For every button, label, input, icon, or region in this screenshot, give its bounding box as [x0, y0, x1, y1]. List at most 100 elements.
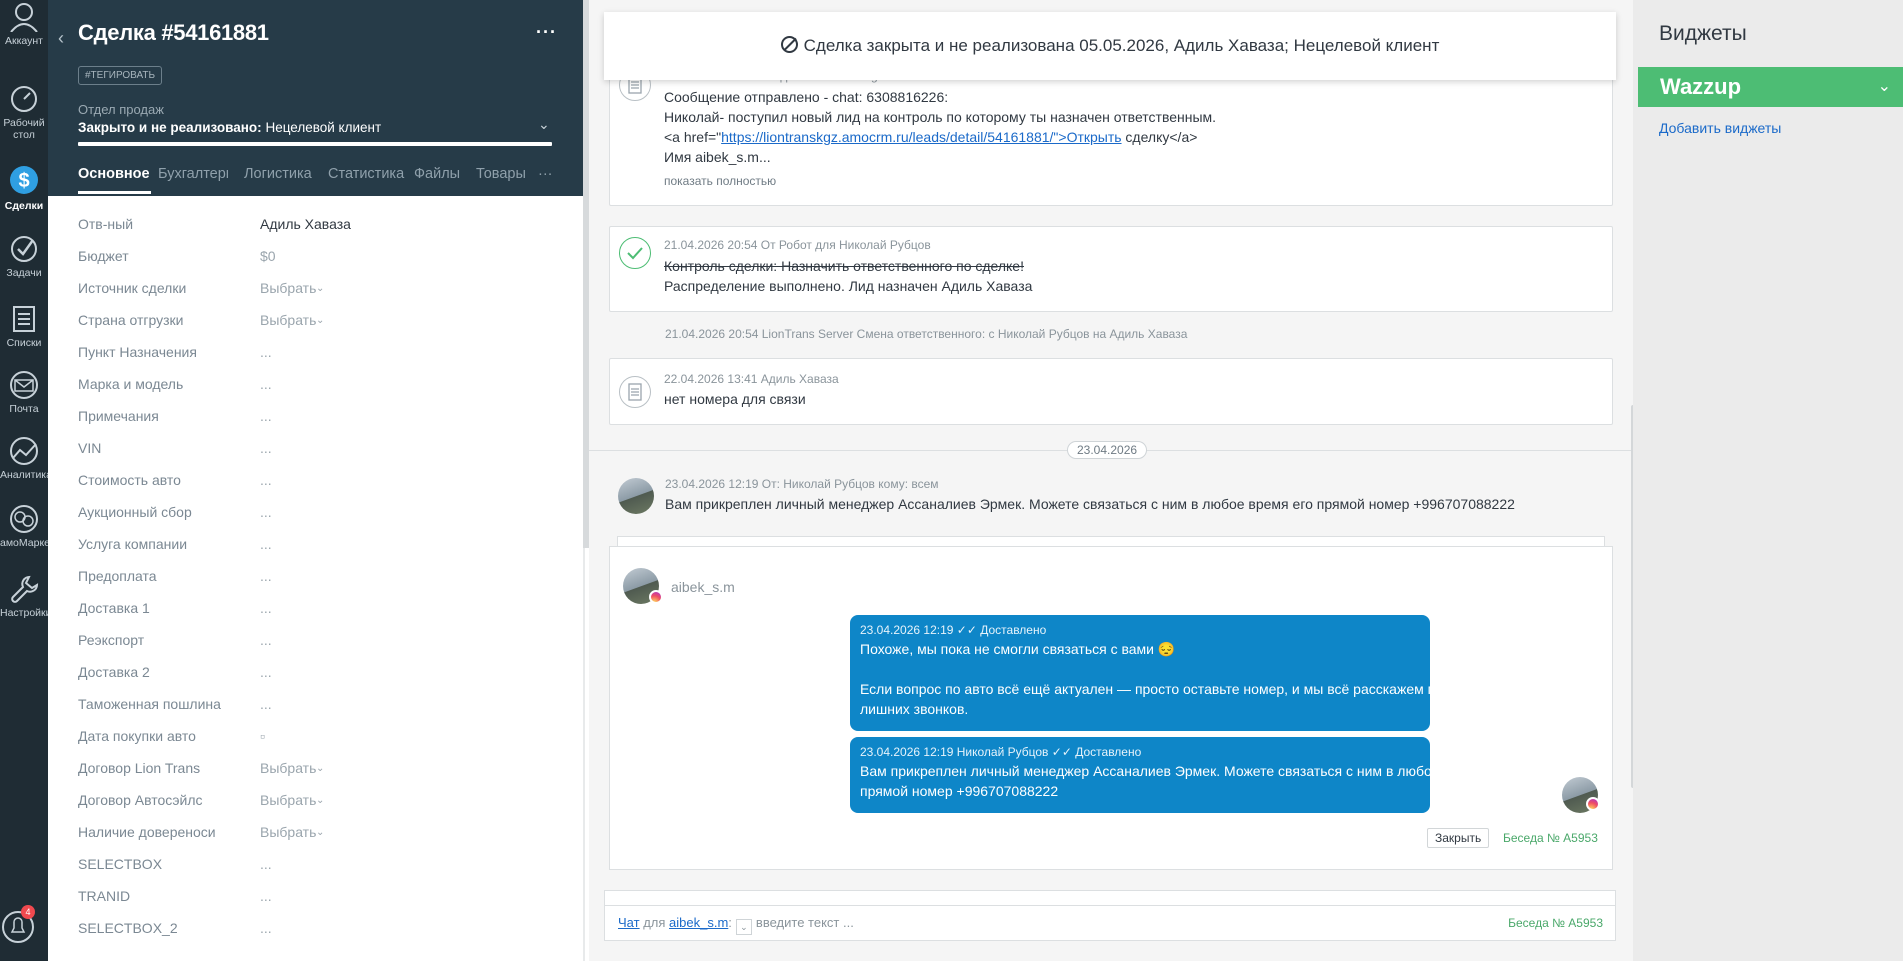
close-conversation-button[interactable]: Закрыть — [1427, 828, 1490, 848]
widgets-panel: Виджеты Wazzup ⌄ Добавить виджеты — [1633, 0, 1903, 961]
compose-conversation-id[interactable]: Беседа № A5953 — [1508, 906, 1603, 940]
nav-deals-label: Сделки — [4, 200, 44, 212]
double-check-icon: ✓✓ — [1051, 745, 1072, 759]
message-input[interactable]: введите текст ... — [756, 915, 854, 930]
field-row: SELECTBOX_2... — [78, 920, 558, 940]
bubble-text: Если вопрос по авто всё ещё актуален — п… — [860, 681, 1528, 697]
field-value[interactable]: ... — [260, 888, 272, 904]
field-value[interactable]: ▫ — [260, 728, 265, 744]
wazzup-widget[interactable]: Wazzup ⌄ — [1638, 67, 1903, 107]
nav-dashboard-label-1: Рабочий — [3, 117, 45, 129]
tab-more[interactable]: ··· — [538, 166, 553, 182]
chevron-down-icon[interactable]: ⌄ — [316, 763, 324, 774]
deal-title: Сделка #54161881 — [78, 20, 269, 45]
field-value[interactable]: ... — [260, 600, 272, 616]
field-label: VIN — [78, 440, 102, 456]
field-value[interactable]: $0 — [260, 248, 276, 264]
field-row: SELECTBOX... — [78, 856, 558, 876]
field-value[interactable]: Выбрать — [260, 792, 316, 808]
tab-accounting[interactable]: Бухгалтерия — [158, 166, 228, 182]
chevron-down-icon[interactable]: ⌄ — [735, 919, 752, 935]
field-value[interactable]: Выбрать — [260, 312, 316, 328]
field-value[interactable]: Выбрать — [260, 280, 316, 296]
forbidden-icon — [780, 36, 798, 53]
recipient-link[interactable]: aibek_s.m — [669, 915, 728, 930]
field-value[interactable]: ... — [260, 536, 272, 552]
field-value[interactable]: ... — [260, 504, 272, 520]
comment-note: 22.04.2026 13:41 Адиль Хаваза нет номера… — [609, 358, 1613, 425]
field-label: Дата покупки авто — [78, 728, 196, 744]
tab-files[interactable]: Файлы — [414, 166, 460, 182]
deal-fields: Отв-ный Адиль Хаваза Бюджет $0 Источник сдел… — [48, 196, 583, 961]
active-tab-indicator — [78, 191, 151, 194]
bubble-time: 23.04.2026 12:19 — [860, 623, 954, 637]
nav-dashboard-label-2: стол — [13, 129, 35, 141]
bubble-text: Вам прикреплен личный менеджер Ассаналие… — [860, 763, 1508, 779]
back-arrow-icon[interactable]: ‹ — [58, 28, 64, 49]
tag-button[interactable]: #ТЕГИРОВАТЬ — [78, 66, 163, 85]
nav-amomarket[interactable]: амоМаркет — [0, 496, 48, 556]
nav-tasks[interactable]: Задачи — [0, 226, 48, 286]
conversation-id[interactable]: Беседа № A5953 — [1503, 831, 1598, 845]
add-widgets-link[interactable]: Добавить виджеты — [1659, 120, 1781, 136]
field-value[interactable]: ... — [260, 440, 272, 456]
user-icon — [10, 3, 38, 32]
task-title: Контроль сделки: Назначить ответственног… — [664, 258, 1024, 274]
field-row: Стоимость авто... — [78, 472, 558, 492]
tab-logistics[interactable]: Логистика — [244, 166, 312, 182]
field-label: Договор Автосэйлс — [78, 792, 203, 808]
tab-statistics[interactable]: Статистика — [328, 166, 404, 182]
field-label: Реэкспорт — [78, 632, 145, 648]
speedometer-icon — [11, 86, 37, 112]
field-value[interactable]: Адиль Хаваза — [260, 216, 351, 232]
nav-mail[interactable]: Почта — [0, 362, 48, 422]
chevron-down-icon[interactable]: ⌄ — [316, 315, 324, 326]
field-value[interactable]: ... — [260, 472, 272, 488]
note-body: Сообщение отправлено - chat: 6308816226:… — [664, 87, 1216, 167]
field-value[interactable]: ... — [260, 376, 272, 392]
field-value[interactable]: ... — [260, 408, 272, 424]
field-value[interactable]: ... — [260, 568, 272, 584]
field-label: Услуга компании — [78, 536, 188, 552]
nav-analytics[interactable]: Аналитика — [0, 428, 48, 488]
tab-products[interactable]: Товары — [476, 166, 526, 182]
field-value[interactable]: ... — [260, 856, 272, 872]
notifications-badge: 4 — [21, 905, 35, 919]
comment-text: нет номера для связи — [664, 391, 806, 407]
timeline-feed: 21.04.2026 20:53 Уведомление в Telegram … — [589, 0, 1633, 961]
note-line: Имя aibek_s.m... — [664, 149, 771, 165]
nav-lists[interactable]: Списки — [0, 296, 48, 356]
field-label: Аукционный сбор — [78, 504, 192, 520]
field-value[interactable]: ... — [260, 344, 272, 360]
field-label: Договор Lion Trans — [78, 760, 201, 776]
field-value[interactable]: ... — [260, 920, 272, 936]
chat-type-link[interactable]: Чат — [618, 915, 640, 930]
deal-link[interactable]: https://liontranskgz.amocrm.ru/leads/det… — [721, 129, 1121, 145]
message-text: Вам прикреплен личный менеджер Ассаналие… — [665, 496, 1515, 512]
chevron-down-icon[interactable]: ⌄ — [316, 827, 324, 838]
nav-deals[interactable]: $ Сделки — [0, 155, 48, 215]
field-row: Договор Lion Trans Выбрать ⌄ — [78, 760, 558, 780]
field-value[interactable]: ... — [260, 696, 272, 712]
compose-stack-edge — [604, 890, 1616, 905]
mail-icon — [10, 371, 38, 399]
field-value[interactable]: ... — [260, 664, 272, 680]
notifications-button[interactable]: 4 — [2, 905, 42, 945]
show-full-link[interactable]: показать полностью — [664, 174, 776, 188]
more-options-button[interactable]: ··· — [536, 22, 557, 43]
field-label: Страна отгрузки — [78, 312, 184, 328]
tab-main[interactable]: Основное — [78, 166, 150, 182]
chevron-down-icon[interactable]: ⌄ — [316, 795, 324, 806]
chevron-down-icon[interactable]: ⌄ — [538, 116, 550, 133]
field-value[interactable]: Выбрать — [260, 760, 316, 776]
contact-name[interactable]: aibek_s.m — [671, 579, 735, 595]
task-done-icon — [619, 237, 651, 269]
nav-settings[interactable]: Настройки — [0, 566, 48, 626]
field-value[interactable]: Выбрать — [260, 824, 316, 840]
nav-account[interactable]: Аккаунт — [0, 0, 48, 54]
chat-compose[interactable]: Чат для aibek_s.m: ⌄ введите текст ... Бес… — [604, 905, 1616, 941]
status-selector[interactable]: Закрыто и не реализовано: Нецелевой клие… — [78, 120, 381, 135]
chevron-down-icon[interactable]: ⌄ — [316, 283, 324, 294]
field-value[interactable]: ... — [260, 632, 272, 648]
nav-dashboard[interactable]: Рабочий стол — [0, 76, 48, 141]
